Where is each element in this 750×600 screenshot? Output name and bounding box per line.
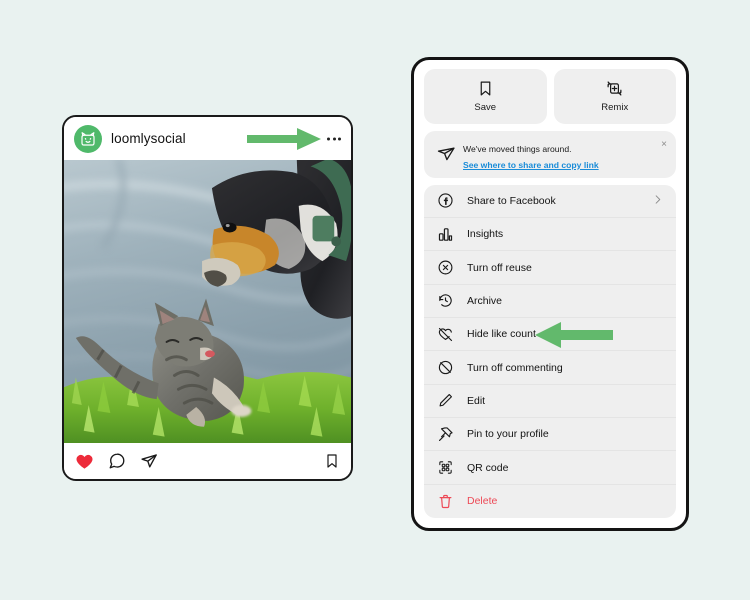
menu-item-edit[interactable]: Edit bbox=[424, 385, 676, 419]
menu-item-label: Share to Facebook bbox=[467, 194, 556, 207]
post-options-menu: Save Remix We've moved things around. Se… bbox=[411, 57, 689, 531]
facebook-icon bbox=[435, 191, 455, 211]
notice-text: We've moved things around. See where to … bbox=[463, 137, 599, 171]
ellipsis-icon bbox=[327, 137, 330, 140]
post-username[interactable]: loomlysocial bbox=[111, 131, 186, 146]
arrow-right-annotation bbox=[247, 127, 321, 150]
paper-plane-icon bbox=[433, 144, 459, 164]
notice-title: We've moved things around. bbox=[463, 144, 572, 155]
menu-item-share-to-facebook[interactable]: Share to Facebook bbox=[424, 185, 676, 219]
heart-slash-icon bbox=[435, 324, 455, 344]
post-action-bar bbox=[64, 443, 351, 479]
bookmark-icon[interactable] bbox=[324, 453, 340, 469]
instagram-post-card: loomlysocial bbox=[62, 115, 353, 481]
menu-item-turn-off-commenting[interactable]: Turn off commenting bbox=[424, 351, 676, 385]
quick-actions-row: Save Remix bbox=[424, 69, 676, 124]
remix-button-label: Remix bbox=[601, 102, 629, 113]
menu-item-label: Delete bbox=[467, 495, 498, 508]
menu-item-label: Hide like count bbox=[467, 328, 536, 341]
bar-chart-icon bbox=[435, 224, 455, 244]
moved-things-notice: We've moved things around. See where to … bbox=[424, 131, 676, 178]
menu-item-qr-code[interactable]: QR code bbox=[424, 451, 676, 485]
post-photo bbox=[64, 160, 351, 443]
qr-code-icon bbox=[435, 458, 455, 478]
avatar[interactable] bbox=[74, 124, 102, 153]
paper-plane-icon[interactable] bbox=[140, 452, 158, 470]
menu-item-label: Edit bbox=[467, 394, 486, 407]
remix-button[interactable]: Remix bbox=[553, 69, 676, 124]
menu-item-label: Archive bbox=[467, 294, 503, 307]
comment-slash-icon bbox=[435, 358, 455, 378]
save-button[interactable]: Save bbox=[424, 69, 547, 124]
clock-rewind-icon bbox=[435, 291, 455, 311]
dog-and-kitten-photo bbox=[64, 160, 351, 443]
menu-item-insights[interactable]: Insights bbox=[424, 218, 676, 252]
pin-icon bbox=[435, 424, 455, 444]
menu-item-label: Turn off commenting bbox=[467, 361, 563, 374]
notice-link[interactable]: See where to share and copy link bbox=[463, 160, 599, 172]
menu-item-label: Insights bbox=[467, 228, 504, 241]
comment-bubble-icon[interactable] bbox=[108, 452, 126, 470]
menu-item-label: QR code bbox=[467, 461, 509, 474]
save-button-label: Save bbox=[474, 102, 497, 113]
ellipsis-icon bbox=[332, 137, 336, 140]
pencil-icon bbox=[435, 391, 455, 411]
circle-x-icon bbox=[435, 258, 455, 278]
menu-item-pin-to-your-profile[interactable]: Pin to your profile bbox=[424, 418, 676, 452]
menu-item-label: Pin to your profile bbox=[467, 428, 549, 441]
heart-filled-icon[interactable] bbox=[75, 452, 94, 471]
post-header: loomlysocial bbox=[64, 117, 351, 160]
menu-item-turn-off-reuse[interactable]: Turn off reuse bbox=[424, 251, 676, 285]
menu-list: Share to Facebook Insights Turn off reus… bbox=[424, 184, 676, 518]
chevron-right-icon bbox=[652, 192, 663, 210]
trash-icon bbox=[435, 491, 455, 511]
menu-item-label: Turn off reuse bbox=[467, 261, 532, 274]
menu-item-archive[interactable]: Archive bbox=[424, 285, 676, 319]
cat-logo-icon bbox=[81, 131, 95, 146]
menu-item-hide-like-count[interactable]: Hide like count bbox=[424, 318, 676, 352]
remix-loop-icon bbox=[607, 81, 622, 96]
bookmark-icon bbox=[480, 81, 491, 96]
post-more-options-button[interactable] bbox=[327, 137, 341, 140]
ellipsis-icon bbox=[338, 137, 341, 140]
close-icon[interactable]: × bbox=[661, 140, 667, 150]
menu-item-delete[interactable]: Delete bbox=[424, 485, 676, 518]
